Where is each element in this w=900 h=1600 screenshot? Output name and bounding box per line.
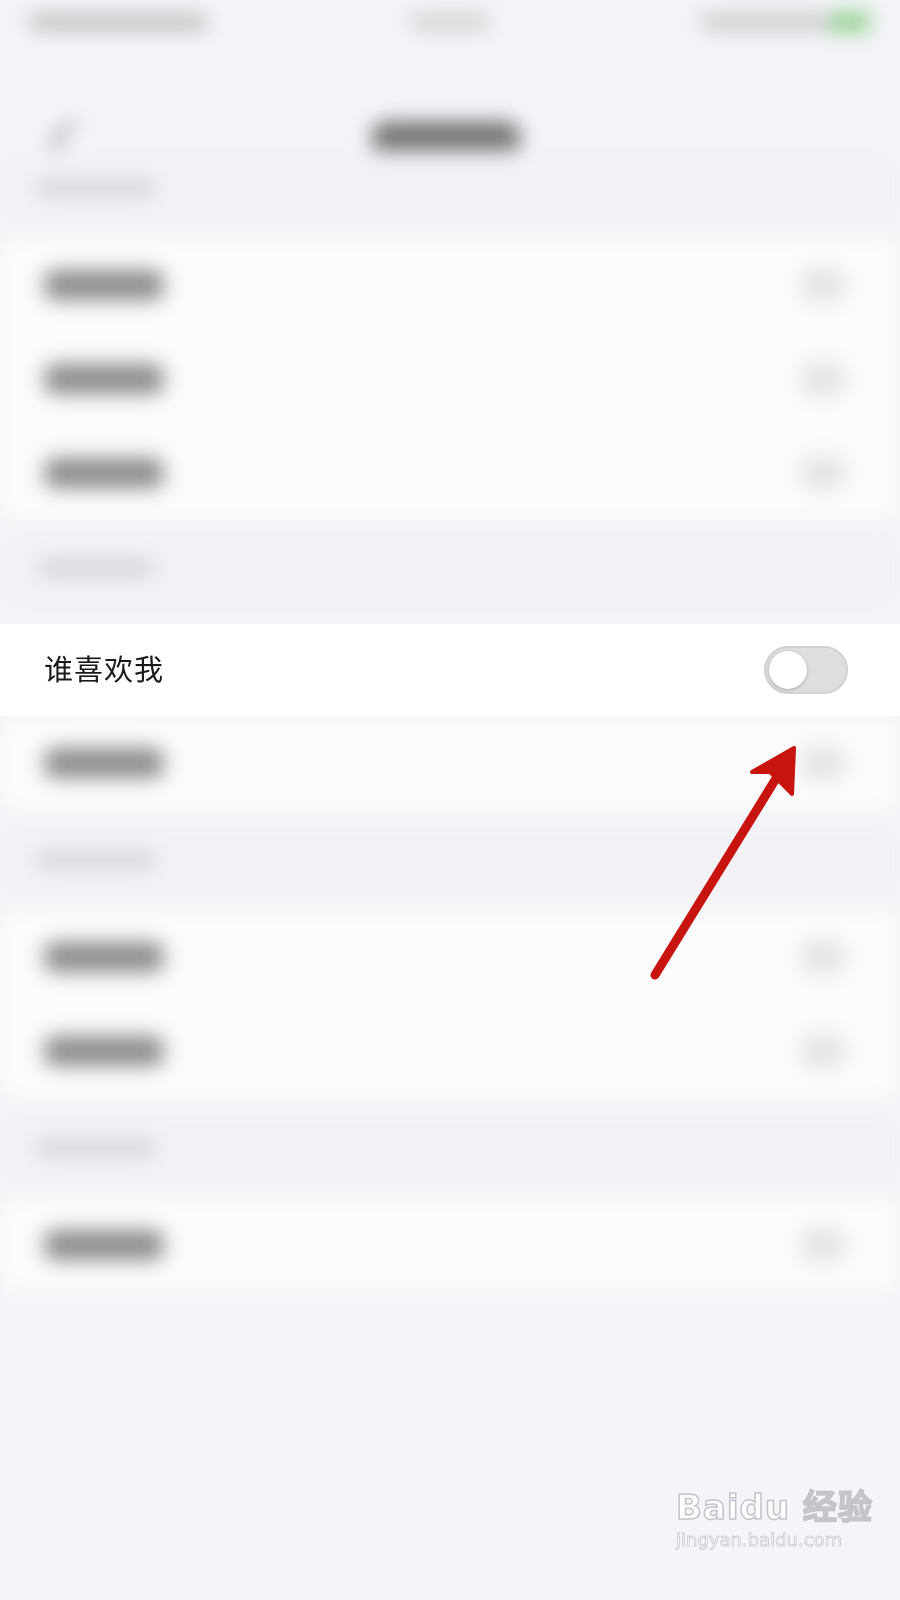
setting-row-control[interactable]: [800, 940, 846, 974]
red-arrow-icon: [650, 746, 796, 980]
status-bar: [0, 0, 900, 50]
setting-row-label: [44, 1036, 164, 1066]
section-header: [0, 150, 900, 230]
setting-row-label: [44, 1230, 164, 1260]
setting-row-control[interactable]: [800, 1228, 846, 1262]
setting-label: 谁喜欢我: [44, 653, 165, 687]
who-likes-me-toggle[interactable]: [764, 646, 848, 694]
setting-row-blurred[interactable]: [0, 910, 900, 1004]
section-header: [0, 1110, 900, 1190]
section-header-text: [36, 560, 156, 576]
watermark-logo-text: Baidu 经验: [675, 1487, 873, 1529]
blurred-background: [0, 0, 900, 1600]
setting-row-control[interactable]: [800, 1034, 846, 1068]
status-bar-time: [410, 14, 490, 30]
battery-icon: [830, 12, 870, 32]
section-header-text: [36, 852, 156, 868]
back-arrow-icon[interactable]: [49, 119, 96, 166]
section-header: [0, 530, 900, 610]
arrow-shaft: [650, 767, 785, 980]
setting-row-label: [44, 942, 164, 972]
status-bar-right: [700, 14, 850, 30]
setting-row-control[interactable]: [800, 456, 846, 490]
settings-screen: 谁喜欢我 Baidu 经验 jingyan.baidu.com: [0, 0, 900, 1600]
status-bar-left: [28, 14, 208, 30]
arrow-head: [750, 746, 796, 796]
setting-row-blurred[interactable]: [0, 426, 900, 520]
setting-row-blurred[interactable]: [0, 238, 900, 332]
setting-row-blurred[interactable]: [0, 1004, 900, 1098]
setting-row-control[interactable]: [800, 268, 846, 302]
setting-row-blurred[interactable]: [0, 716, 900, 810]
empty-bottom-area: [0, 1300, 900, 1600]
watermark-url: jingyan.baidu.com: [676, 1530, 843, 1552]
page-title: [372, 122, 520, 156]
setting-row-control[interactable]: [800, 362, 846, 396]
setting-row-blurred[interactable]: [0, 1198, 900, 1292]
toggle-knob[interactable]: [769, 651, 807, 689]
section-header-text: [36, 180, 156, 196]
setting-row-blurred[interactable]: [0, 332, 900, 426]
section-header: [0, 822, 900, 902]
setting-row-who-likes-me[interactable]: 谁喜欢我: [0, 624, 900, 716]
setting-row-label: [44, 364, 164, 394]
nav-bar: [0, 50, 900, 166]
setting-row-label: [44, 270, 164, 300]
setting-row-control[interactable]: [800, 746, 846, 780]
section-header-text: [36, 1140, 156, 1156]
setting-row-label: [44, 748, 164, 778]
baidu-jingyan-watermark: Baidu 经验 jingyan.baidu.com: [672, 1470, 872, 1580]
setting-row-label: [44, 458, 164, 488]
